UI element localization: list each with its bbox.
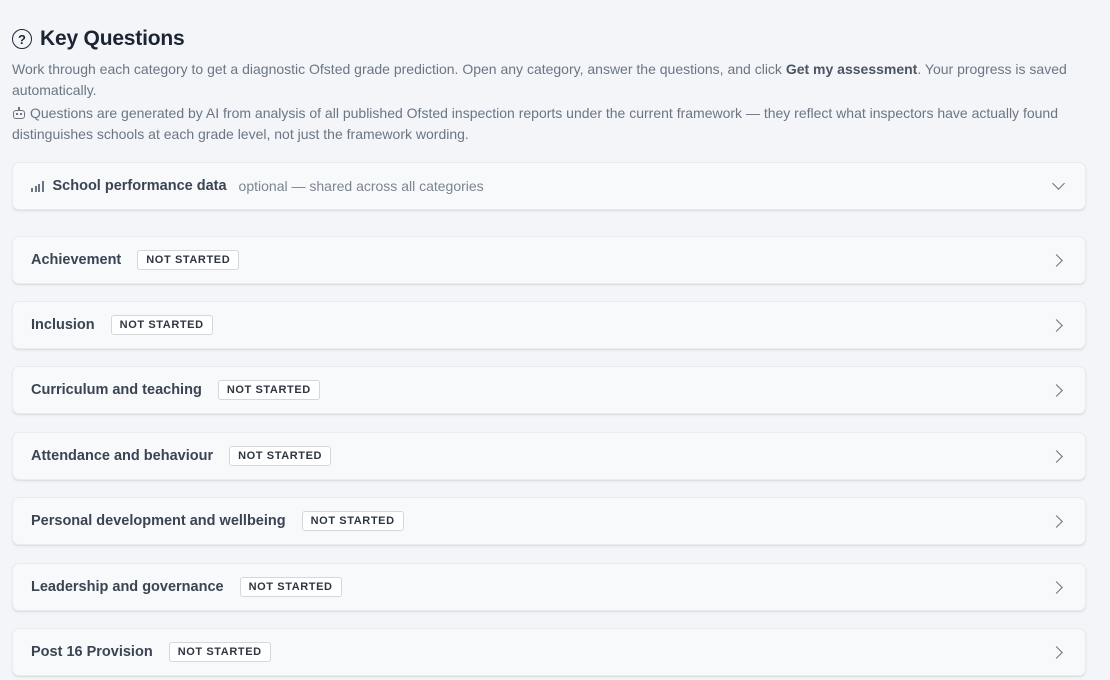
page-title: Key Questions: [40, 27, 185, 50]
category-attendance-and-behaviour[interactable]: Attendance and behaviour NOT STARTED: [12, 432, 1086, 480]
chevron-down-icon[interactable]: [1052, 176, 1065, 190]
status-badge: NOT STARTED: [301, 511, 404, 531]
get-assessment-emphasis: Get my assessment: [785, 61, 918, 77]
chevron-right-icon[interactable]: [1050, 383, 1063, 397]
performance-data-sublabel: optional — shared across all categories: [238, 178, 484, 194]
status-badge: NOT STARTED: [239, 577, 342, 597]
key-questions-page: ? Key Questions Work through each catego…: [0, 0, 1110, 680]
ai-note-text: Questions are generated by AI from analy…: [12, 105, 1058, 142]
title-row: ? Key Questions: [12, 27, 1098, 51]
status-badge: NOT STARTED: [110, 315, 213, 335]
status-badge: NOT STARTED: [137, 250, 240, 270]
category-label: Personal development and wellbeing: [31, 513, 286, 529]
category-label: Inclusion: [31, 317, 95, 333]
category-curriculum-and-teaching[interactable]: Curriculum and teaching NOT STARTED: [12, 366, 1086, 414]
category-label: Post 16 Provision: [31, 644, 153, 660]
ai-note: Questions are generated by AI from analy…: [12, 103, 1080, 145]
intro-text-start: Work through each category to get a diag…: [12, 61, 786, 77]
status-badge: NOT STARTED: [168, 642, 271, 662]
category-label: Curriculum and teaching: [31, 382, 202, 398]
category-post-16-provision[interactable]: Post 16 Provision NOT STARTED: [12, 628, 1086, 676]
status-badge: NOT STARTED: [217, 380, 320, 400]
school-performance-data-panel[interactable]: School performance data optional — share…: [12, 162, 1086, 210]
question-circle-icon: ?: [12, 29, 32, 49]
page-header: ? Key Questions Work through each catego…: [12, 0, 1098, 145]
performance-data-label: School performance data: [52, 178, 227, 194]
robot-icon: [12, 107, 26, 119]
category-personal-development-and-wellbeing[interactable]: Personal development and wellbeing NOT S…: [12, 497, 1086, 545]
chevron-right-icon[interactable]: [1050, 580, 1063, 594]
category-inclusion[interactable]: Inclusion NOT STARTED: [12, 301, 1086, 349]
chevron-right-icon[interactable]: [1050, 514, 1063, 528]
category-label: Achievement: [31, 252, 122, 268]
intro-text: Work through each category to get a diag…: [12, 59, 1080, 101]
category-achievement[interactable]: Achievement NOT STARTED: [12, 236, 1086, 284]
category-label: Attendance and behaviour: [31, 448, 214, 464]
category-leadership-and-governance[interactable]: Leadership and governance NOT STARTED: [12, 563, 1086, 611]
bar-chart-icon: [31, 180, 44, 192]
status-badge: NOT STARTED: [229, 446, 332, 466]
chevron-right-icon[interactable]: [1050, 449, 1063, 463]
category-label: Leadership and governance: [31, 579, 224, 595]
chevron-right-icon[interactable]: [1050, 253, 1063, 267]
chevron-right-icon[interactable]: [1050, 645, 1063, 659]
chevron-right-icon[interactable]: [1050, 318, 1063, 332]
